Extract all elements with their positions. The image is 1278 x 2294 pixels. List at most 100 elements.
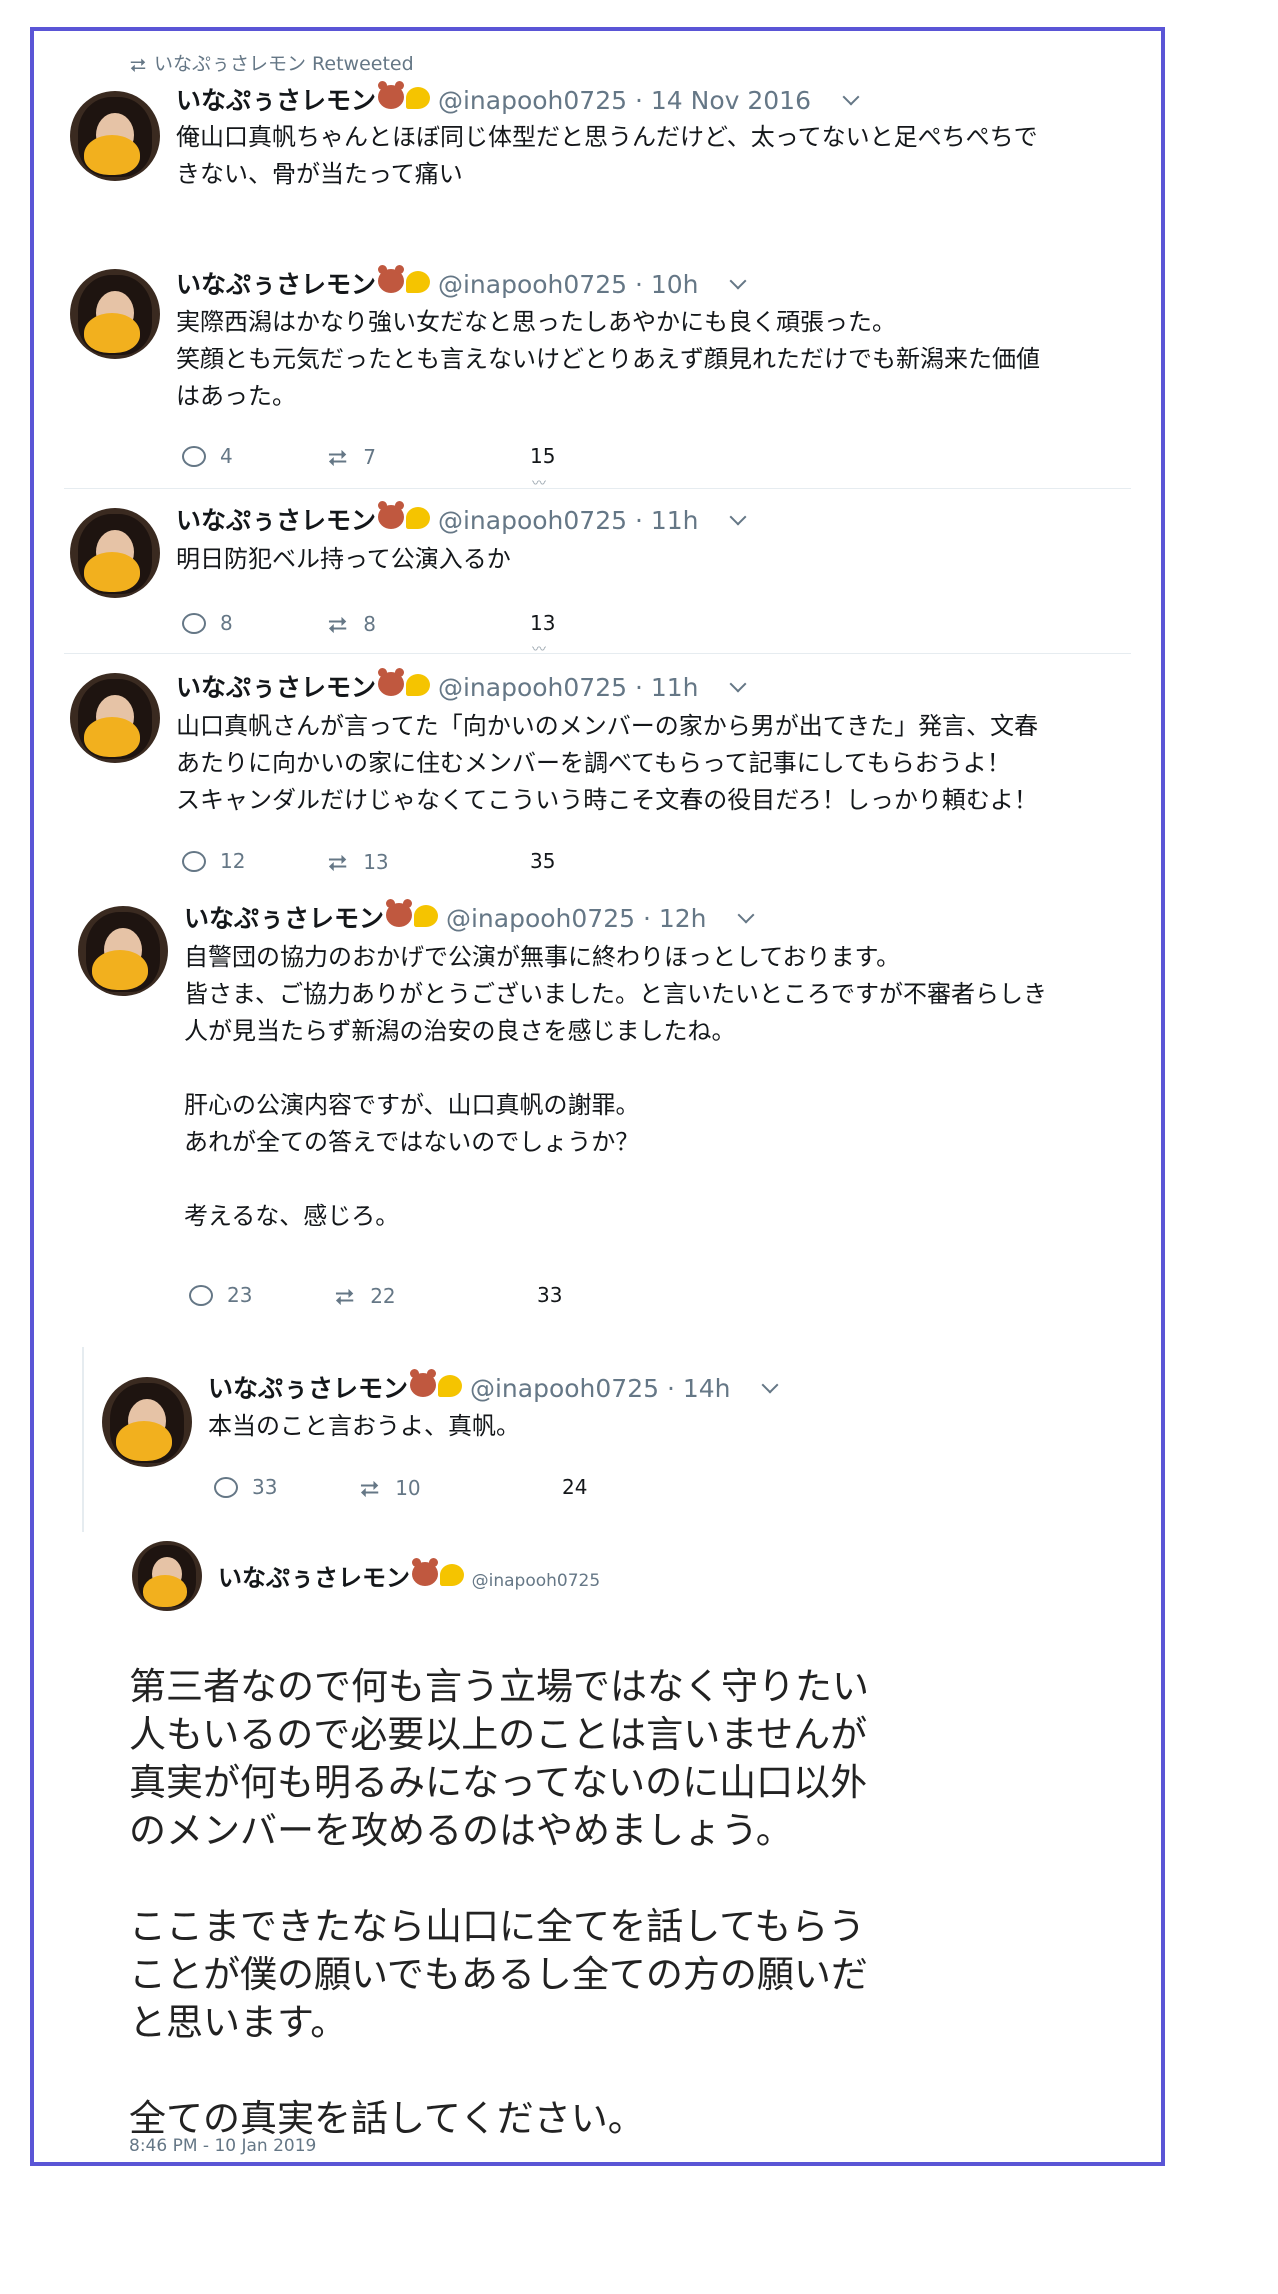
like-count: 35	[530, 849, 556, 873]
bear-emoji	[378, 265, 405, 293]
lemon-emoji	[414, 905, 439, 927]
divider	[64, 653, 1131, 654]
user-handle[interactable]: @inapooh0725	[446, 904, 635, 933]
retweet-icon: ⮂	[328, 849, 348, 877]
user-handle[interactable]: @inapooh0725	[438, 86, 627, 115]
thread-marker: 〰	[532, 476, 546, 492]
reply-button[interactable]: 8	[182, 611, 233, 635]
tweet-text: 山口真帆さんが言ってた「向かいのメンバーの家から男が出てきた」発言、文春 あたり…	[176, 712, 1039, 814]
chevron-down-icon[interactable]	[729, 508, 747, 526]
display-name[interactable]: いなぷぅさレモン	[218, 1564, 410, 1592]
retweet-button[interactable]: ⮂ 8	[328, 611, 376, 639]
tweet-timestamp[interactable]: · 11h	[635, 673, 699, 702]
retweet-count: 7	[363, 445, 376, 469]
tweet-actions: 33 ⮂ 10 24	[214, 1475, 714, 1505]
thread-marker: 〰	[532, 642, 546, 658]
avatar[interactable]	[70, 269, 160, 359]
retweet-count: 8	[363, 612, 376, 636]
like-button[interactable]: 35	[530, 849, 555, 873]
reply-icon	[214, 1477, 238, 1498]
retweet-button[interactable]: ⮂ 10	[360, 1475, 421, 1503]
retweet-icon: ⮂	[130, 53, 146, 77]
chevron-down-icon[interactable]	[737, 906, 755, 924]
bear-emoji	[386, 899, 413, 927]
screenshot-frame: ⮂ いなぷぅさレモン Retweeted いなぷぅさレモン @inapooh072…	[30, 27, 1165, 2166]
chevron-down-icon[interactable]	[842, 88, 860, 106]
lemon-emoji	[440, 1564, 464, 1586]
tweet-text: 第三者なので何も言う立場ではなく守りたい 人もいるので必要以上のことは言いません…	[129, 1665, 869, 2140]
tweet-header: いなぷぅさレモン @inapooh0725 · 11h	[176, 668, 747, 704]
user-handle[interactable]: @inapooh0725	[438, 270, 627, 299]
avatar[interactable]	[70, 91, 160, 181]
tweet-timestamp[interactable]: 8:46 PM - 10 Jan 2019	[129, 2136, 316, 2156]
like-count: 33	[537, 1283, 563, 1307]
retweet-button[interactable]: ⮂ 7	[328, 444, 376, 472]
tweet-timestamp[interactable]: · 14 Nov 2016	[635, 86, 811, 115]
tweet-header: いなぷぅさレモン @inapooh0725 · 10h	[176, 265, 747, 301]
user-handle[interactable]: @inapooh0725	[438, 506, 627, 535]
tweet-timestamp[interactable]: · 12h	[643, 904, 707, 933]
tweet-header: いなぷぅさレモン @inapooh0725	[218, 1558, 600, 1593]
user-handle[interactable]: @inapooh0725	[438, 673, 627, 702]
avatar[interactable]	[78, 906, 168, 996]
retweet-count: 10	[395, 1476, 421, 1500]
avatar[interactable]	[70, 673, 160, 763]
avatar[interactable]	[132, 1541, 202, 1611]
reply-button[interactable]: 4	[182, 444, 233, 468]
tweet-timestamp[interactable]: · 10h	[635, 270, 699, 299]
like-count: 24	[562, 1475, 588, 1499]
lemon-emoji	[406, 507, 431, 529]
tweet-text: 実際西潟はかなり強い女だなと思ったしあやかにも良く頑張った。 笑顔とも元気だった…	[176, 308, 1040, 410]
reply-button[interactable]: 23	[189, 1283, 252, 1307]
bear-emoji	[410, 1369, 437, 1397]
tweet-text: 自警団の協力のおかげで公演が無事に終わりほっとしております。 皆さま、ご協力あり…	[184, 943, 1048, 1230]
reply-button[interactable]: 12	[182, 849, 245, 873]
display-name[interactable]: いなぷぅさレモン	[176, 270, 376, 299]
retweet-button[interactable]: ⮂ 13	[328, 849, 389, 877]
reply-count: 8	[220, 611, 233, 635]
avatar[interactable]	[102, 1377, 192, 1467]
thread-line	[82, 1347, 84, 1532]
display-name[interactable]: いなぷぅさレモン	[184, 904, 384, 933]
retweet-count: 13	[363, 850, 389, 874]
reply-icon	[182, 446, 206, 467]
tweet-header: いなぷぅさレモン @inapooh0725 · 12h	[184, 899, 755, 935]
reply-icon	[182, 851, 206, 872]
retweet-icon: ⮂	[335, 1283, 355, 1311]
reply-count: 12	[220, 849, 246, 873]
retweet-icon: ⮂	[328, 611, 348, 639]
tweet-header: いなぷぅさレモン @inapooh0725 · 11h	[176, 501, 747, 537]
tweet-timestamp[interactable]: · 14h	[667, 1374, 731, 1403]
like-button[interactable]: 13	[530, 611, 555, 635]
display-name[interactable]: いなぷぅさレモン	[176, 673, 376, 702]
reply-icon	[182, 613, 206, 634]
retweet-count: 22	[370, 1284, 396, 1308]
lemon-emoji	[406, 674, 431, 696]
display-name[interactable]: いなぷぅさレモン	[208, 1374, 408, 1403]
reply-button[interactable]: 33	[214, 1475, 277, 1499]
tweet-timestamp[interactable]: · 11h	[635, 506, 699, 535]
like-button[interactable]: 33	[537, 1283, 562, 1307]
tweet-actions: 8 ⮂ 8 13	[182, 611, 682, 641]
bear-emoji	[412, 1558, 438, 1586]
tweet-text: 本当のこと言おうよ、真帆。	[208, 1412, 520, 1440]
avatar[interactable]	[70, 508, 160, 598]
tweet-text: 俺山口真帆ちゃんとほぼ同じ体型だと思うんだけど、太ってないと足ぺちぺちで きない…	[176, 123, 1038, 188]
chevron-down-icon[interactable]	[729, 675, 747, 693]
chevron-down-icon[interactable]	[729, 272, 747, 290]
bear-emoji	[378, 501, 405, 529]
retweet-icon: ⮂	[360, 1475, 380, 1503]
lemon-emoji	[406, 271, 431, 293]
user-handle[interactable]: @inapooh0725	[472, 1571, 601, 1591]
display-name[interactable]: いなぷぅさレモン	[176, 506, 376, 535]
user-handle[interactable]: @inapooh0725	[470, 1374, 659, 1403]
tweet-actions: 23 ⮂ 22 33	[189, 1283, 689, 1313]
display-name[interactable]: いなぷぅさレモン	[176, 86, 376, 115]
like-count: 13	[530, 611, 556, 635]
retweeted-text: いなぷぅさレモン Retweeted	[154, 53, 414, 75]
like-button[interactable]: 15	[530, 444, 555, 468]
retweet-button[interactable]: ⮂ 22	[335, 1283, 396, 1311]
chevron-down-icon[interactable]	[761, 1376, 779, 1394]
like-button[interactable]: 24	[562, 1475, 587, 1499]
tweet-actions: 4 ⮂ 7 15	[182, 444, 682, 474]
